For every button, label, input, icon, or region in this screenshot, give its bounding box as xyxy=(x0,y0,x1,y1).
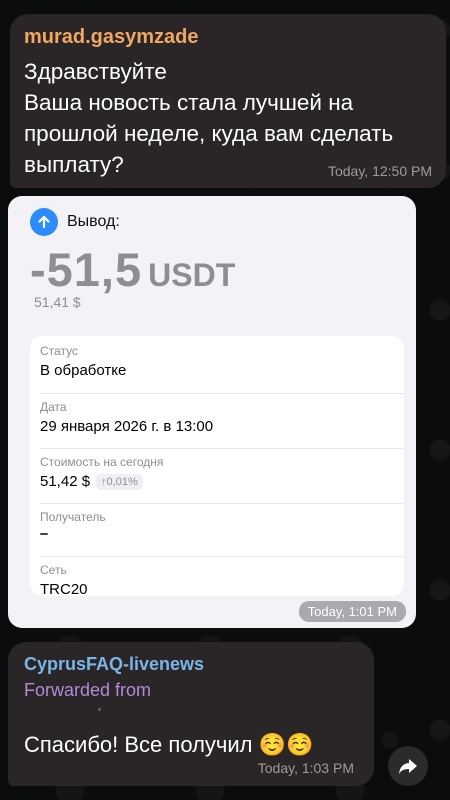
sender-name[interactable]: murad.gasymzade xyxy=(24,26,199,49)
status-value: В обработке xyxy=(40,362,127,379)
divider xyxy=(40,556,404,557)
share-forward-icon xyxy=(399,759,417,774)
cost-value: 51,42 $ xyxy=(40,473,91,490)
network-label: Сеть xyxy=(40,563,67,577)
recipient-redacted xyxy=(40,533,48,535)
amount-currency: USDT xyxy=(148,257,236,293)
cost-label: Стоимость на сегодня xyxy=(40,455,164,469)
divider xyxy=(40,503,404,504)
recipient-field: Получатель xyxy=(40,510,106,535)
network-value: TRC20 xyxy=(40,581,88,598)
divider xyxy=(40,393,404,394)
cost-field: Стоимость на сегодня 51,42 $ ↑0,01% xyxy=(40,455,163,490)
incoming-message-bubble[interactable]: murad.gasymzade Здравствуйте Ваша новост… xyxy=(10,14,446,188)
forwarded-message-bubble[interactable]: CyprusFAQ-livenews Forwarded from Спасиб… xyxy=(8,642,374,786)
message-text: Спасибо! Все получил ☺️☺️ xyxy=(24,732,314,757)
network-field: Сеть TRC20 xyxy=(40,563,88,598)
cost-change-badge: ↑0,01% xyxy=(96,473,143,490)
message-timestamp: Today, 1:03 PM xyxy=(257,760,354,776)
divider xyxy=(40,448,404,449)
withdraw-label: Вывод: xyxy=(67,213,120,230)
recipient-label: Получатель xyxy=(40,510,106,524)
date-field: Дата 29 января 2026 г. в 13:00 xyxy=(40,400,213,435)
message-text: Здравствуйте Ваша новость стала лучшей н… xyxy=(24,56,434,180)
sender-name[interactable]: CyprusFAQ-livenews xyxy=(24,654,204,675)
amount-display: -51,5 USDT xyxy=(30,242,235,297)
date-label: Дата xyxy=(40,400,67,414)
message-timestamp: Today, 1:01 PM xyxy=(298,601,406,622)
withdraw-header: Вывод: xyxy=(30,208,120,236)
cost-row: 51,42 $ ↑0,01% xyxy=(40,473,163,490)
share-button[interactable] xyxy=(388,746,428,786)
fiat-value: 51,41 $ xyxy=(34,294,81,310)
transaction-details-card: Статус В обработке Дата 29 января 2026 г… xyxy=(30,336,404,598)
forwarded-from-redacted xyxy=(98,708,101,711)
status-label: Статус xyxy=(40,344,78,358)
status-field: Статус В обработке xyxy=(40,344,126,379)
amount-value: -51,5 xyxy=(30,243,143,296)
forwarded-from-label[interactable]: Forwarded from xyxy=(24,680,151,701)
message-timestamp: Today, 12:50 PM xyxy=(327,163,432,179)
arrow-up-circle-icon xyxy=(30,208,58,236)
date-value: 29 января 2026 г. в 13:00 xyxy=(40,418,214,435)
message-line: прошлой неделе, куда вам сделать xyxy=(24,121,394,146)
message-line: Ваша новость стала лучшей на xyxy=(24,90,354,115)
message-line: Здравствуйте xyxy=(24,59,167,84)
image-message[interactable]: Вывод: -51,5 USDT 51,41 $ Статус В обраб… xyxy=(8,196,416,628)
